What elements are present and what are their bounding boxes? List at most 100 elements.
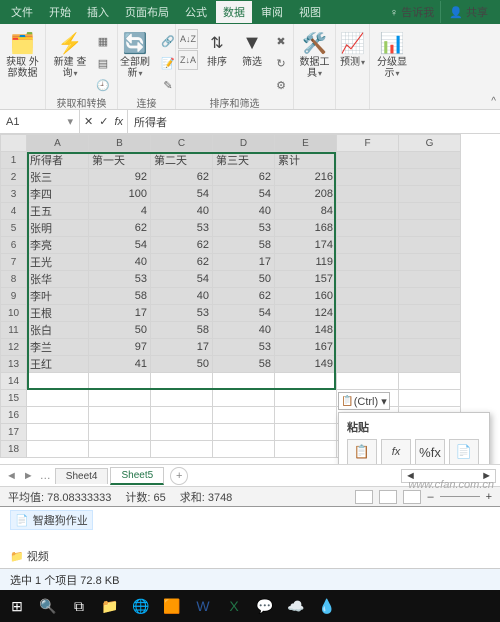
cell[interactable] (213, 407, 275, 424)
cell[interactable] (275, 407, 337, 424)
row-header-8[interactable]: 8 (1, 271, 27, 288)
cell[interactable]: 第二天 (151, 152, 213, 169)
file-item[interactable]: 📄 智趣狗作业 (10, 510, 93, 530)
menu-view[interactable]: 视图 (292, 1, 328, 23)
cell[interactable]: 17 (213, 254, 275, 271)
wechat-taskbar-icon[interactable]: 💬 (251, 593, 279, 619)
cell[interactable]: 41 (89, 356, 151, 373)
cell[interactable]: 张白 (27, 322, 89, 339)
worksheet-grid[interactable]: ABCDEFG1所得者第一天第二天第三天累计2张三9262622163李四100… (0, 134, 500, 464)
cell[interactable]: 50 (89, 322, 151, 339)
cell[interactable] (213, 424, 275, 441)
cell[interactable]: 54 (89, 237, 151, 254)
cell[interactable] (27, 407, 89, 424)
recent-sources-button[interactable]: 🕘 (93, 75, 113, 95)
cell[interactable] (399, 390, 461, 407)
cell[interactable]: 84 (275, 203, 337, 220)
cell[interactable] (275, 390, 337, 407)
cell[interactable] (151, 390, 213, 407)
sheet-tab-sheet5[interactable]: Sheet5 (110, 467, 164, 485)
cell[interactable]: 所得者 (27, 152, 89, 169)
cell[interactable]: 王光 (27, 254, 89, 271)
sort-desc-button[interactable]: Z↓A (178, 50, 198, 70)
cell[interactable]: 119 (275, 254, 337, 271)
cell[interactable]: 62 (213, 169, 275, 186)
cell[interactable]: 张明 (27, 220, 89, 237)
explorer-taskbar-icon[interactable]: 📁 (96, 593, 124, 619)
menu-file[interactable]: 文件 (4, 1, 40, 23)
menu-insert[interactable]: 插入 (80, 1, 116, 23)
cell[interactable] (275, 441, 337, 458)
enter-icon[interactable]: ✓ (99, 115, 108, 128)
cell[interactable]: 李四 (27, 186, 89, 203)
cell[interactable]: 167 (275, 339, 337, 356)
cell[interactable] (27, 441, 89, 458)
col-header-E[interactable]: E (275, 135, 337, 152)
menu-formula[interactable]: 公式 (178, 1, 214, 23)
reapply-button[interactable]: ↻ (271, 53, 291, 73)
get-external-data-button[interactable]: 🗂️获取 外部数据 (3, 29, 43, 81)
filter-button[interactable]: ▼筛选 (236, 29, 268, 70)
tab-nav-prev[interactable]: ◄ (4, 470, 19, 482)
cell[interactable]: 王根 (27, 305, 89, 322)
col-header-D[interactable]: D (213, 135, 275, 152)
sort-asc-button[interactable]: A↓Z (178, 29, 198, 49)
cell[interactable] (89, 390, 151, 407)
col-header-B[interactable]: B (89, 135, 151, 152)
cell[interactable]: 40 (151, 288, 213, 305)
cell[interactable] (27, 390, 89, 407)
paste-formulas-option[interactable]: fx (381, 439, 411, 464)
cell[interactable]: 62 (151, 169, 213, 186)
cell[interactable]: 李叶 (27, 288, 89, 305)
col-header-A[interactable]: A (27, 135, 89, 152)
col-header-G[interactable]: G (399, 135, 461, 152)
cell[interactable]: 53 (89, 271, 151, 288)
outline-button[interactable]: 📊分级显示 (372, 29, 412, 81)
properties-button[interactable]: 📝 (158, 53, 178, 73)
cell[interactable]: 58 (151, 322, 213, 339)
row-header-12[interactable]: 12 (1, 339, 27, 356)
cell[interactable]: 157 (275, 271, 337, 288)
row-header-18[interactable]: 18 (1, 441, 27, 458)
col-header-F[interactable]: F (337, 135, 399, 152)
from-table-button[interactable]: ▤ (93, 53, 113, 73)
cell[interactable]: 174 (275, 237, 337, 254)
tab-nav-next[interactable]: ► (21, 470, 36, 482)
cell[interactable]: 148 (275, 322, 337, 339)
advanced-filter-button[interactable]: ⚙ (271, 75, 291, 95)
cell[interactable]: 100 (89, 186, 151, 203)
sheet-tab-sheet4[interactable]: Sheet4 (55, 468, 109, 484)
cell[interactable] (27, 373, 89, 390)
cell[interactable]: 王红 (27, 356, 89, 373)
row-header-16[interactable]: 16 (1, 407, 27, 424)
cloud-taskbar-icon[interactable]: ☁️ (282, 593, 310, 619)
collapse-ribbon-button[interactable]: ^ (491, 96, 496, 107)
cell[interactable]: 54 (151, 186, 213, 203)
row-header-9[interactable]: 9 (1, 288, 27, 305)
row-header-17[interactable]: 17 (1, 424, 27, 441)
cell[interactable]: 53 (151, 305, 213, 322)
menu-review[interactable]: 审阅 (254, 1, 290, 23)
row-header-1[interactable]: 1 (1, 152, 27, 169)
name-box[interactable]: A1 ▾ (0, 110, 80, 133)
row-header-3[interactable]: 3 (1, 186, 27, 203)
cell[interactable]: 李兰 (27, 339, 89, 356)
sort-button[interactable]: ⇅排序 (201, 29, 233, 70)
browser-taskbar-icon[interactable]: 🌐 (127, 593, 155, 619)
cell[interactable]: 张三 (27, 169, 89, 186)
edit-links-button[interactable]: ✎ (158, 75, 178, 95)
refresh-all-button[interactable]: 🔄全部刷新 (115, 29, 155, 81)
cell[interactable]: 张华 (27, 271, 89, 288)
menu-layout[interactable]: 页面布局 (118, 1, 176, 23)
cell[interactable]: 53 (213, 339, 275, 356)
cell[interactable]: 62 (89, 220, 151, 237)
cell[interactable]: 149 (275, 356, 337, 373)
cell[interactable]: 第三天 (213, 152, 275, 169)
page-layout-view-button[interactable] (379, 490, 397, 504)
zoom-in-button[interactable]: + (486, 491, 492, 503)
cell[interactable]: 第一天 (89, 152, 151, 169)
paste-keep-source-option[interactable]: 📄 (449, 439, 479, 464)
cell[interactable]: 62 (151, 254, 213, 271)
cell[interactable]: 50 (151, 356, 213, 373)
normal-view-button[interactable] (355, 490, 373, 504)
